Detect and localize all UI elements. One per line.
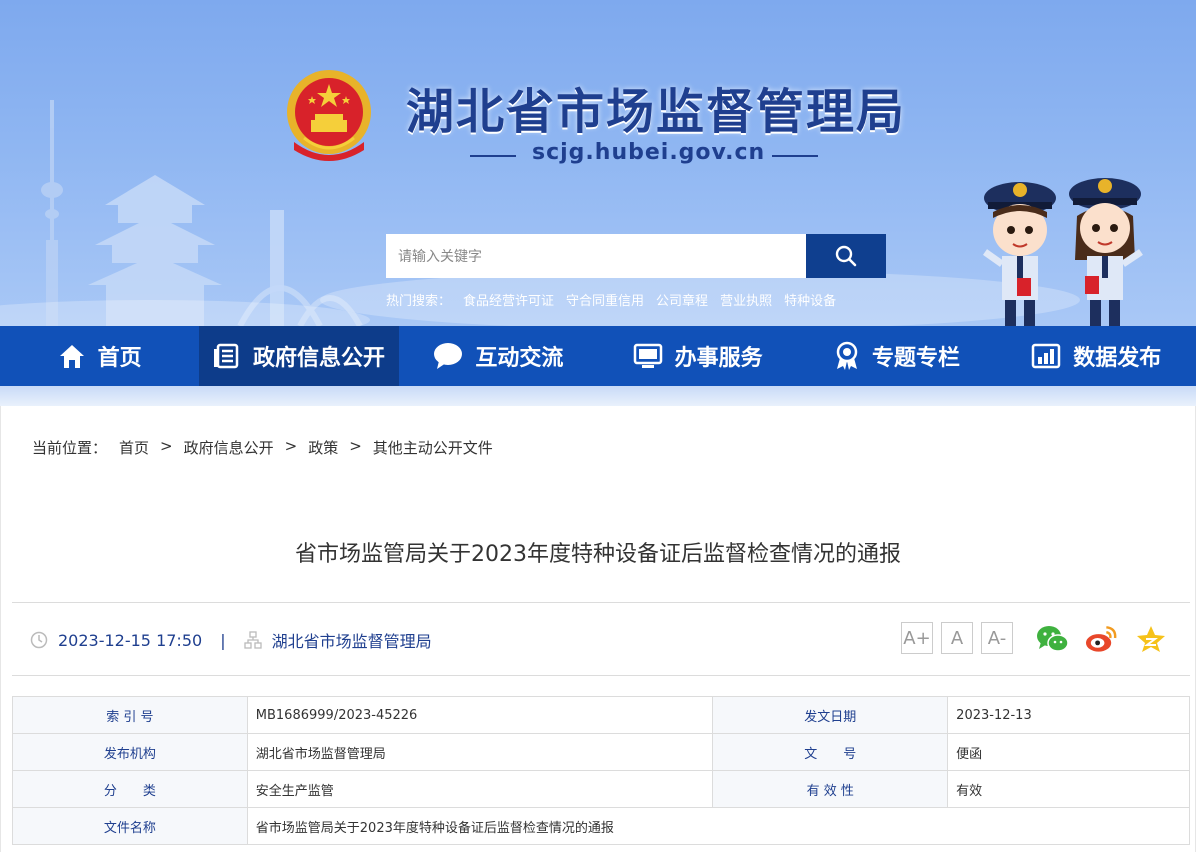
publish-datetime: 2023-12-15 17:50 [58, 630, 203, 650]
font-size-controls: A+ A A- [901, 622, 1013, 654]
search-button[interactable] [806, 234, 886, 278]
nav-item-topics[interactable]: 专题专栏 [797, 326, 996, 386]
org-value: 湖北省市场监督管理局 [246, 733, 714, 771]
table-row: 文件名称 省市场监管局关于2023年度特种设备证后监督检查情况的通报 [12, 807, 1191, 845]
nav-item-label: 首页 [97, 346, 142, 371]
breadcrumb: 当前位置： 首页 > 政府信息公开 > 政策 > 其他主动公开文件 [32, 437, 493, 458]
issue-date-label: 发文日期 [712, 696, 949, 734]
doc-name-label: 文件名称 [12, 807, 248, 845]
breadcrumb-item-other-docs[interactable]: 其他主动公开文件 [373, 437, 493, 458]
home-icon [59, 345, 84, 368]
domain-right-line [772, 155, 818, 157]
hot-search-term[interactable]: 守合同重信用 [566, 290, 644, 309]
site-domain: scjg.hubei.gov.cn [532, 140, 766, 165]
header-banner: 湖北省市场监督管理局 scjg.hubei.gov.cn 请输入关键字 热门搜索… [0, 0, 1196, 326]
nav-item-data-release[interactable]: 数据发布 [997, 326, 1196, 386]
nav-item-label: 数据发布 [1073, 346, 1162, 371]
nav-item-interaction[interactable]: 互动交流 [399, 326, 598, 386]
breadcrumb-label: 当前位置： [32, 439, 108, 457]
share-buttons [1036, 622, 1167, 655]
index-number-value: MB1686999/2023-45226 [246, 696, 714, 734]
index-number-label: 索 引 号 [12, 696, 248, 734]
table-row: 发布机构 湖北省市场监督管理局 文 号 便函 [12, 733, 1190, 771]
issue-date-value: 2023-12-13 [947, 696, 1190, 734]
breadcrumb-separator: > [284, 437, 298, 455]
publisher: 湖北省市场监督管理局 [271, 632, 432, 651]
doc-name-value: 省市场监管局关于2023年度特种设备证后监督检查情况的通报 [246, 807, 1191, 845]
search-placeholder: 请输入关键字 [398, 249, 482, 265]
breadcrumb-item-home[interactable]: 首页 [119, 437, 149, 458]
clock-icon [30, 631, 48, 649]
validity-label: 有 效 性 [712, 770, 949, 808]
mascot-illustration [982, 178, 1143, 326]
main-nav: 首页 政府信息公开 互动交流 办事服务 专题专栏 数据发布 [0, 326, 1196, 386]
breadcrumb-item-government-info[interactable]: 政府信息公开 [184, 437, 274, 458]
font-decrease-button[interactable]: A- [981, 622, 1013, 654]
nav-item-home[interactable]: 首页 [0, 326, 199, 386]
article-title: 省市场监管局关于2023年度特种设备证后监督检查情况的通报 [295, 542, 901, 567]
document-info-table: 索 引 号 MB1686999/2023-45226 发文日期 2023-12-… [12, 696, 1191, 845]
doc-number-value: 便函 [947, 733, 1190, 771]
breadcrumb-separator: > [349, 437, 362, 455]
nav-bottom-strip [0, 386, 1196, 406]
hot-search-term[interactable]: 特种设备 [784, 290, 836, 309]
org-chart-icon [243, 631, 262, 649]
article-meta: 2023-12-15 17:50 | 湖北省市场监督管理局 [30, 629, 432, 651]
hot-search: 热门搜索： 食品经营许可证 守合同重信用 公司章程 营业执照 特种设备 [386, 290, 836, 309]
chat-bubble-icon [434, 343, 463, 369]
nav-item-services[interactable]: 办事服务 [598, 326, 797, 386]
divider [12, 675, 1190, 676]
bar-chart-icon [1032, 343, 1061, 369]
doc-number-label: 文 号 [712, 733, 949, 771]
breadcrumb-item-policy[interactable]: 政策 [308, 437, 338, 458]
site-domain-group: scjg.hubei.gov.cn [470, 140, 820, 170]
breadcrumb-separator: > [160, 437, 173, 455]
hot-search-term[interactable]: 营业执照 [720, 290, 772, 309]
site-title: 湖北省市场监督管理局 [406, 84, 907, 140]
nav-item-label: 专题专栏 [871, 346, 960, 371]
wechat-icon[interactable] [1036, 622, 1069, 655]
hot-search-label: 热门搜索： [386, 294, 452, 309]
meta-separator: | [220, 630, 226, 650]
table-row: 索 引 号 MB1686999/2023-45226 发文日期 2023-12-… [12, 696, 1190, 734]
divider [12, 602, 1190, 603]
domain-left-line [470, 155, 516, 157]
nav-item-label: 互动交流 [475, 346, 564, 371]
font-increase-button[interactable]: A+ [901, 622, 933, 654]
category-value: 安全生产监管 [246, 770, 714, 808]
award-ribbon-icon [836, 341, 858, 370]
hot-search-term[interactable]: 食品经营许可证 [463, 290, 554, 309]
nav-item-government-info[interactable]: 政府信息公开 [199, 326, 399, 386]
search-input[interactable]: 请输入关键字 [386, 234, 806, 278]
validity-value: 有效 [947, 770, 1190, 808]
nav-item-label: 办事服务 [674, 346, 763, 371]
search-icon [835, 245, 857, 267]
font-default-button[interactable]: A [941, 622, 973, 654]
nav-item-label: 政府信息公开 [252, 346, 385, 371]
hot-search-term[interactable]: 公司章程 [656, 290, 708, 309]
table-row: 分 类 安全生产监管 有 效 性 有效 [12, 770, 1190, 808]
qzone-star-icon[interactable] [1134, 622, 1167, 655]
org-label: 发布机构 [12, 733, 248, 771]
weibo-icon[interactable] [1085, 622, 1118, 655]
monitor-icon [633, 343, 662, 368]
national-emblem-logo [287, 70, 371, 161]
category-label: 分 类 [12, 770, 248, 808]
document-list-icon [213, 343, 239, 369]
